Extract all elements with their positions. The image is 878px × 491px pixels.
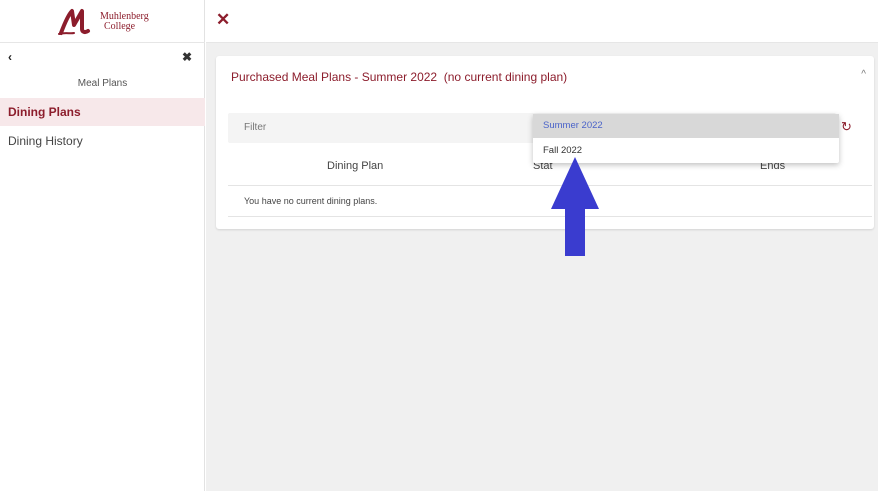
main-content: Purchased Meal Plans - Summer 2022 (no c… (206, 43, 878, 491)
sidebar-section-title: Meal Plans (77, 78, 128, 89)
term-dropdown-menu: Summer 2022 Fall 2022 (533, 114, 839, 163)
sidebar-item-label: Dining History (8, 134, 83, 148)
sidebar-close-icon[interactable]: ✖ (182, 50, 192, 64)
back-chevron-icon[interactable]: ‹ (8, 50, 12, 64)
refresh-icon[interactable]: ↻ (841, 119, 852, 135)
sidebar-item-label: Dining Plans (8, 105, 81, 119)
sidebar: Muhlenberg College ‹ ✖ Meal Plans Dining… (0, 0, 205, 491)
dropdown-option-summer-2022[interactable]: Summer 2022 (533, 114, 839, 138)
logo-line-2: College (104, 21, 136, 32)
column-header-dining-plan[interactable]: Dining Plan (327, 160, 383, 172)
logo-text: Muhlenberg College (100, 12, 149, 32)
empty-state-message: You have no current dining plans. (244, 196, 378, 206)
sidebar-item-dining-history[interactable]: Dining History (0, 127, 205, 155)
card-title: Purchased Meal Plans - Summer 2022 (no c… (231, 70, 568, 84)
college-logo[interactable]: Muhlenberg College (58, 6, 168, 38)
filter-label: Filter (244, 122, 267, 133)
arrow-up-icon (551, 157, 599, 256)
close-icon[interactable]: ✕ (216, 10, 230, 30)
muhlenberg-m-icon (58, 9, 90, 35)
sidebar-divider (0, 42, 205, 43)
sidebar-item-dining-plans[interactable]: Dining Plans (0, 98, 205, 126)
dropdown-option-label: Summer 2022 (543, 120, 603, 131)
dropdown-option-label: Fall 2022 (543, 145, 583, 156)
collapse-caret-icon[interactable]: ^ (861, 69, 866, 80)
